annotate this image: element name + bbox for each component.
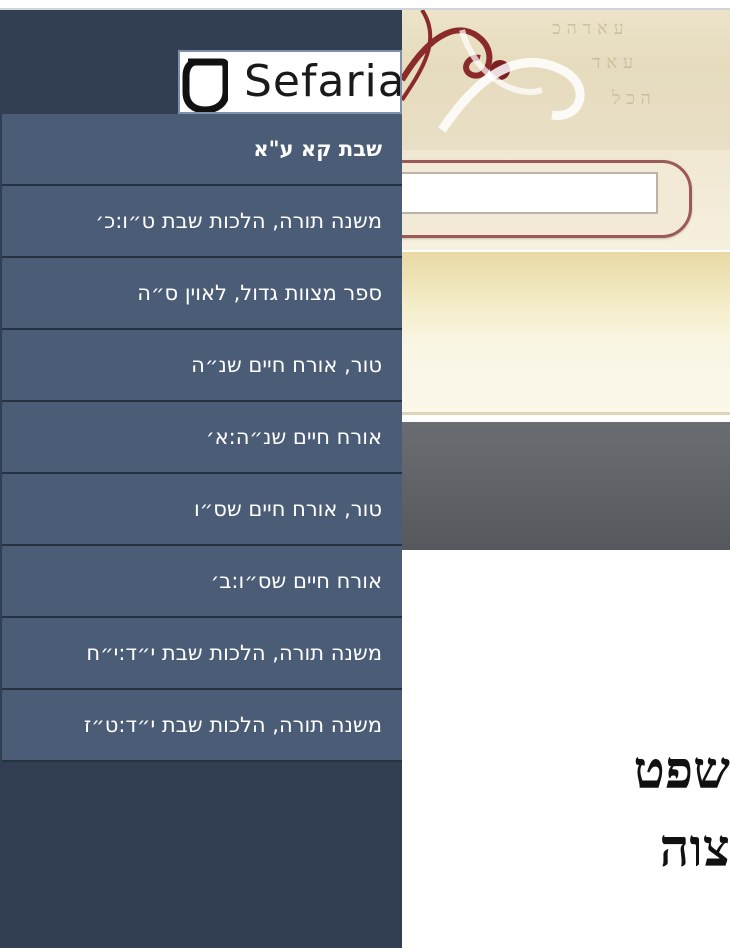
sefaria-logo[interactable]: Sefaria [178, 50, 402, 114]
menu-item-label: משנה תורה, הלכות שבת י״ד:ט״ז [83, 713, 382, 737]
menu-item-label: טור, אורח חיים שס״ו [193, 497, 382, 521]
menu-item[interactable]: טור, אורח חיים שס״ו [2, 474, 402, 546]
menu-item-label: אורח חיים שס״ו:ב׳ [210, 569, 382, 593]
menu-item[interactable]: אורח חיים שס״ו:ב׳ [2, 546, 402, 618]
page-heading-line1: שפט [633, 740, 730, 801]
menu-item[interactable]: ספר מצוות גדול, לאוין ס״ה [2, 258, 402, 330]
menu-item-label: ספר מצוות גדול, לאוין ס״ה [137, 281, 382, 305]
menu-item-label: אורח חיים שנ״ה:א׳ [205, 425, 382, 449]
gray-band [402, 422, 730, 550]
menu-item-label: משנה תורה, הלכות שבת י״ד:י״ח [86, 641, 382, 665]
header-banner: ﬠ ﬡ ﬢ ﬣ ﬤ ﬠ ﬡ ﬢ ﬣ ﬤ ﬥ [402, 10, 730, 150]
menu-item[interactable]: טור, אורח חיים שנ״ה [2, 330, 402, 402]
menu-item[interactable]: משנה תורה, הלכות שבת י״ד:ט״ז [2, 690, 402, 762]
menu-item[interactable]: משנה תורה, הלכות שבת ט״ו:כ׳ [2, 186, 402, 258]
menu-item-label: משנה תורה, הלכות שבת ט״ו:כ׳ [95, 209, 382, 233]
menu-item[interactable]: משנה תורה, הלכות שבת י״ד:י״ח [2, 618, 402, 690]
menu-item-label: טור, אורח חיים שנ״ה [191, 353, 382, 377]
gold-header-bar [402, 252, 730, 415]
browser-top-edge [0, 0, 730, 10]
decorative-script: ﬠ ﬡ ﬢ ﬣ ﬤ [552, 18, 624, 39]
decorative-script: ﬠ ﬡ ﬢ [592, 52, 634, 73]
menu-item[interactable]: שבת קא ע"א [2, 114, 402, 186]
sefaria-logo-icon [182, 58, 228, 112]
page-heading-line2: צוה [659, 818, 730, 879]
menu-item[interactable]: אורח חיים שנ״ה:א׳ [2, 402, 402, 474]
menu-item-label: שבת קא ע"א [253, 137, 382, 161]
decorative-script: ﬣ ﬤ ﬥ [612, 88, 652, 109]
menu-list: שבת קא ע"א משנה תורה, הלכות שבת ט״ו:כ׳ ס… [2, 114, 402, 762]
side-menu: Sefaria שבת קא ע"א משנה תורה, הלכות שבת … [0, 10, 402, 948]
search-input[interactable] [390, 172, 658, 214]
logo-text: Sefaria [244, 56, 402, 107]
